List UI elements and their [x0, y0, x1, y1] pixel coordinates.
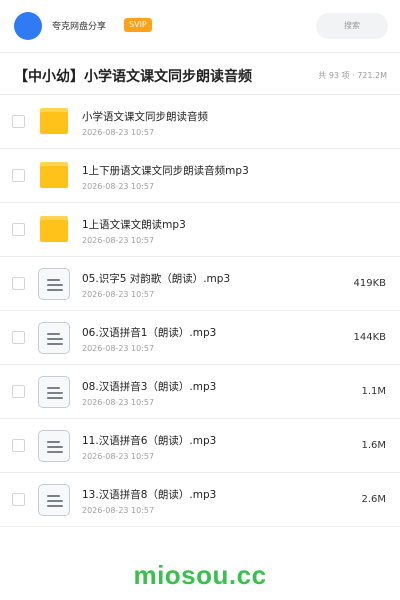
folder-row[interactable]: 1上下册语文课文同步朗读音频mp3 2026-08-23 10:57 — [0, 149, 400, 203]
user-avatar[interactable] — [14, 12, 42, 40]
document-icon — [38, 268, 70, 300]
item-date: 2026-08-23 10:57 — [82, 452, 155, 461]
folder-icon — [38, 160, 70, 192]
share-meta: 共 93 项 · 721.2M — [318, 71, 387, 80]
row-checkbox[interactable] — [12, 277, 25, 290]
item-name[interactable]: 08.汉语拼音3（朗读）.mp3 — [82, 379, 216, 394]
file-list: 小学语文课文同步朗读音频 2026-08-23 10:57 1上下册语文课文同步朗读… — [0, 95, 400, 527]
item-name[interactable]: 1上下册语文课文同步朗读音频mp3 — [82, 163, 249, 178]
item-date: 2026-08-23 10:57 — [82, 236, 155, 245]
item-date: 2026-08-23 10:57 — [82, 344, 155, 353]
item-date: 2026-08-23 10:57 — [82, 290, 155, 299]
document-icon — [38, 484, 70, 516]
item-date: 2026-08-23 10:57 — [82, 506, 155, 515]
item-name[interactable]: 11.汉语拼音6（朗读）.mp3 — [82, 433, 216, 448]
item-date: 2026-08-23 10:57 — [82, 182, 155, 191]
item-date: 2026-08-23 10:57 — [82, 128, 155, 137]
item-name[interactable]: 06.汉语拼音1（朗读）.mp3 — [82, 325, 216, 340]
file-row[interactable]: 05.识字5 对韵歌（朗读）.mp3 2026-08-23 10:57 419KB — [0, 257, 400, 311]
item-name[interactable]: 1上语文课文朗读mp3 — [82, 217, 186, 232]
search-button[interactable]: 搜索 — [316, 13, 388, 39]
item-size: 2.6M — [361, 494, 386, 505]
folder-icon — [38, 214, 70, 246]
watermark: miosou.cc — [133, 560, 267, 590]
username: 夸克网盘分享 — [52, 22, 107, 32]
item-date: 2026-08-23 10:57 — [82, 398, 155, 407]
folder-row[interactable]: 1上语文课文朗读mp3 2026-08-23 10:57 — [0, 203, 400, 257]
file-row[interactable]: 08.汉语拼音3（朗读）.mp3 2026-08-23 10:57 1.1M — [0, 365, 400, 419]
item-size: 419KB — [353, 278, 386, 289]
row-checkbox[interactable] — [12, 115, 25, 128]
item-name[interactable]: 小学语文课文同步朗读音频 — [82, 109, 208, 124]
file-row[interactable]: 13.汉语拼音8（朗读）.mp3 2026-08-23 10:57 2.6M — [0, 473, 400, 527]
item-size: 1.1M — [361, 386, 386, 397]
page-title: 【中小幼】小学语文课文同步朗读音频 — [14, 69, 252, 85]
svip-badge: SVIP — [124, 18, 152, 32]
row-checkbox[interactable] — [12, 331, 25, 344]
file-row[interactable]: 11.汉语拼音6（朗读）.mp3 2026-08-23 10:57 1.6M — [0, 419, 400, 473]
document-icon — [38, 322, 70, 354]
row-checkbox[interactable] — [12, 223, 25, 236]
folder-row[interactable]: 小学语文课文同步朗读音频 2026-08-23 10:57 — [0, 95, 400, 149]
row-checkbox[interactable] — [12, 169, 25, 182]
item-size: 144KB — [353, 332, 386, 343]
folder-icon — [38, 106, 70, 138]
row-checkbox[interactable] — [12, 385, 25, 398]
document-icon — [38, 430, 70, 462]
document-icon — [38, 376, 70, 408]
item-name[interactable]: 13.汉语拼音8（朗读）.mp3 — [82, 487, 216, 502]
item-name[interactable]: 05.识字5 对韵歌（朗读）.mp3 — [82, 271, 230, 286]
row-checkbox[interactable] — [12, 439, 25, 452]
file-row[interactable]: 06.汉语拼音1（朗读）.mp3 2026-08-23 10:57 144KB — [0, 311, 400, 365]
item-size: 1.6M — [361, 440, 386, 451]
top-bar: 夸克网盘分享 SVIP 搜索 — [0, 0, 400, 52]
row-checkbox[interactable] — [12, 493, 25, 506]
share-title-bar: 【中小幼】小学语文课文同步朗读音频 共 93 项 · 721.2M — [0, 53, 400, 95]
